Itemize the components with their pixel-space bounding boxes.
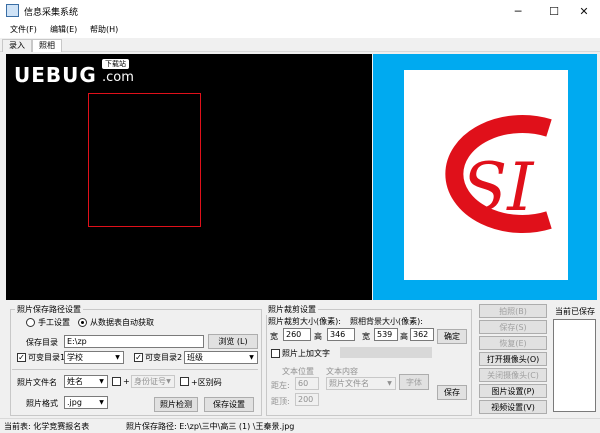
var-dir1-checkbox[interactable]: ✓: [17, 353, 26, 362]
app-icon: [6, 4, 19, 17]
confirm-button[interactable]: 确定: [437, 329, 467, 344]
crop-group-title: 照片裁剪设置: [266, 304, 318, 315]
save-path-group-title: 照片保存路径设置: [15, 304, 83, 315]
add-text-label: 照片上加文字: [282, 349, 330, 358]
var-dir2-select[interactable]: 班级 ▼: [184, 351, 258, 364]
crop-height-input[interactable]: 346: [327, 328, 355, 341]
status-current-table: 当前表: 化学竞赛报名表: [4, 422, 90, 431]
close-button[interactable]: ✕: [566, 0, 600, 22]
si-logo-letters: SI: [462, 149, 535, 226]
bg-size-label: 照相背景大小(像素):: [350, 317, 423, 326]
left-offset-label: 距左:: [271, 381, 290, 390]
crop-w-label: 宽: [270, 332, 278, 341]
bg-width-input[interactable]: 539: [374, 328, 398, 341]
bg-h-label: 高: [400, 332, 408, 341]
minimize-button[interactable]: ─: [500, 0, 536, 22]
chevron-down-icon: ▼: [99, 378, 104, 385]
chevron-down-icon: ▼: [166, 378, 171, 385]
var-dir2-label: 可变目录2: [145, 353, 183, 362]
menu-file[interactable]: 文件(F): [10, 24, 37, 35]
auto-radio[interactable]: [78, 318, 87, 327]
status-save-path: 照片保存路径: E:\zp\三中\高三 (1) \王秦景.jpg: [126, 422, 295, 431]
id-value: 身份证号: [134, 377, 166, 386]
tab-entry[interactable]: 录入: [2, 39, 32, 52]
text-content-value: 照片文件名: [329, 379, 369, 388]
restore-button[interactable]: 恢复(E): [479, 336, 547, 350]
chevron-down-icon: ▼: [387, 380, 392, 387]
save-settings-button[interactable]: 保存设置: [204, 397, 254, 412]
var-dir1-label: 可变目录1: [28, 353, 66, 362]
saved-list[interactable]: [553, 319, 596, 412]
separator: [12, 369, 258, 370]
save-photo-button[interactable]: 保存(S): [479, 320, 547, 334]
watermark-badge: 下载站: [102, 59, 129, 69]
text-content-select[interactable]: 照片文件名 ▼: [326, 377, 396, 390]
open-camera-button[interactable]: 打开摄像头(O): [479, 352, 547, 366]
distinguish-label: +区别码: [191, 378, 222, 387]
left-offset-input[interactable]: 60: [295, 377, 319, 390]
si-logo: SI: [445, 115, 552, 233]
tab-photo[interactable]: 照相: [32, 39, 62, 52]
menu-help[interactable]: 帮助(H): [90, 24, 118, 35]
manual-radio-label: 手工设置: [38, 318, 70, 327]
watermark-logo: UEBUG .com 下载站: [12, 59, 172, 88]
auto-radio-label: 从数据表自动获取: [90, 318, 154, 327]
bg-height-input[interactable]: 362: [410, 328, 434, 341]
filename-label: 照片文件名: [17, 378, 57, 387]
watermark-suffix: .com: [102, 70, 134, 85]
filename-select[interactable]: 姓名 ▼: [64, 375, 108, 388]
saved-list-label: 当前已保存: [555, 307, 595, 316]
close-camera-button[interactable]: 关闭摄像头(C): [479, 368, 547, 382]
photo-check-button[interactable]: 照片检测: [154, 397, 198, 412]
format-select[interactable]: .jpg ▼: [64, 396, 108, 409]
format-label: 照片格式: [26, 399, 58, 408]
top-offset-label: 距顶:: [271, 397, 290, 406]
manual-radio[interactable]: [26, 318, 35, 327]
filename-value: 姓名: [67, 377, 83, 386]
distinguish-checkbox[interactable]: [180, 377, 189, 386]
menu-edit[interactable]: 编辑(E): [50, 24, 77, 35]
add-text-checkbox[interactable]: [271, 349, 280, 358]
text-pos-label: 文本位置: [282, 367, 314, 376]
crop-frame[interactable]: [88, 93, 201, 227]
var-dir2-checkbox[interactable]: ✓: [134, 353, 143, 362]
text-content-label: 文本内容: [326, 367, 358, 376]
take-photo-button[interactable]: 拍照(B): [479, 304, 547, 318]
tab-strip: [0, 38, 600, 52]
var-dir1-value: 学校: [67, 353, 83, 362]
crop-size-label: 照片裁剪大小(像素):: [268, 317, 341, 326]
video-settings-button[interactable]: 视频设置(V): [479, 400, 547, 414]
var-dir2-value: 班级: [187, 353, 203, 362]
chevron-down-icon: ▼: [99, 399, 104, 406]
crop-h-label: 高: [314, 332, 322, 341]
font-button[interactable]: 字体: [399, 374, 429, 390]
var-dir1-select[interactable]: 学校 ▼: [64, 351, 124, 364]
top-offset-input[interactable]: 200: [295, 393, 319, 406]
watermark-text: UEBUG: [14, 63, 97, 87]
crop-save-button[interactable]: 保存: [437, 385, 467, 400]
status-bar: [0, 418, 600, 433]
window-title: 信息采集系统: [24, 8, 79, 18]
filename-plus-checkbox[interactable]: [112, 377, 121, 386]
image-settings-button[interactable]: 图片设置(P): [479, 384, 547, 398]
chevron-down-icon: ▼: [115, 354, 120, 361]
save-dir-label: 保存目录: [26, 338, 58, 347]
crop-width-input[interactable]: 260: [283, 328, 311, 341]
text-color-bar[interactable]: [340, 347, 432, 358]
save-dir-input[interactable]: E:\zp: [64, 335, 204, 348]
format-value: .jpg: [67, 398, 82, 407]
browse-button[interactable]: 浏览 (L): [208, 334, 258, 349]
chevron-down-icon: ▼: [249, 354, 254, 361]
id-select[interactable]: 身份证号 ▼: [131, 375, 175, 388]
bg-w-label: 宽: [362, 332, 370, 341]
plus-label-1: +: [123, 377, 130, 386]
